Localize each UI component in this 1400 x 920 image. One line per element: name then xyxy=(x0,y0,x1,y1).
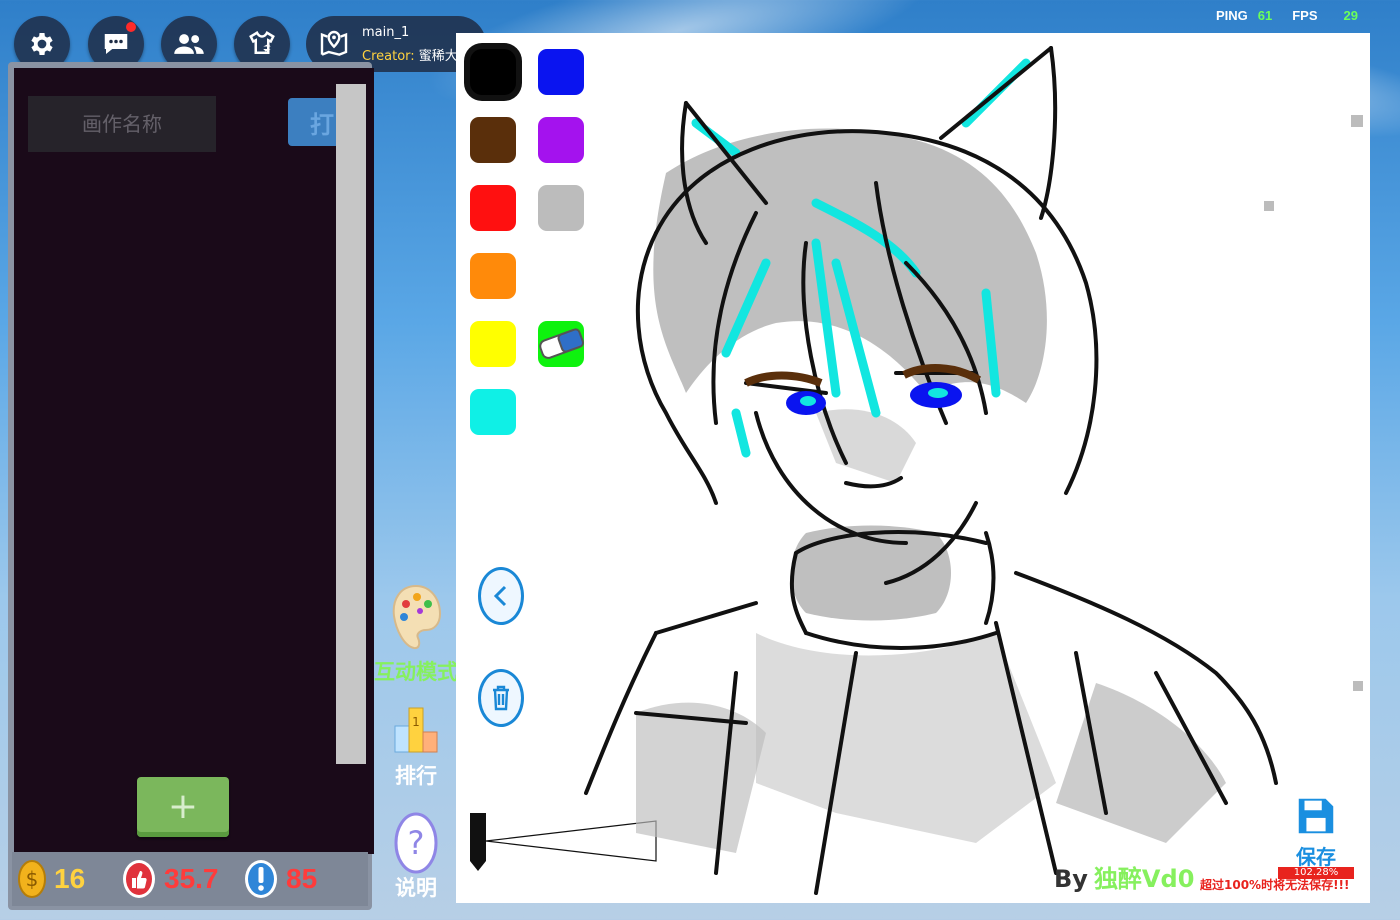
add-artwork-button[interactable]: + xyxy=(137,777,229,837)
save-warning: 超过100%时将无法保存!!! xyxy=(1200,878,1350,892)
people-icon xyxy=(174,34,204,54)
byline-by: By xyxy=(1054,865,1088,893)
chat-bubble-icon xyxy=(104,34,128,54)
help-button[interactable]: ? 说明 xyxy=(374,812,458,902)
report-count: 85 xyxy=(286,863,318,894)
ranking-label: 排行 xyxy=(395,764,437,788)
notification-dot xyxy=(126,22,136,32)
network-status: PING 61 FPS 29 xyxy=(1206,8,1358,23)
interactive-mode-label: 互动模式 xyxy=(374,660,458,684)
gear-icon xyxy=(31,33,53,55)
exclamation-icon xyxy=(245,860,277,898)
like-stat: 35.7 xyxy=(122,852,219,906)
artwork-list[interactable] xyxy=(14,68,374,854)
drawing-canvas[interactable]: By 独醉Vd0 保存 102.28% 超过100%时将无法保存!!! xyxy=(456,33,1370,903)
podium-icon: 1 xyxy=(394,707,438,753)
report-stat: 85 xyxy=(244,852,317,906)
artwork-drawing xyxy=(470,46,1363,895)
byline-author: 独醉Vd0 xyxy=(1093,865,1195,893)
thumbs-up-icon xyxy=(123,860,155,898)
save-icon xyxy=(1298,798,1334,834)
map-pin-icon xyxy=(320,30,348,56)
help-label: 说明 xyxy=(395,876,437,900)
fps-value: 29 xyxy=(1343,8,1358,23)
svg-text:?: ? xyxy=(408,824,425,862)
ranking-button[interactable]: 1 排行 xyxy=(374,702,458,790)
svg-text:1: 1 xyxy=(412,715,420,729)
list-scrollbar[interactable] xyxy=(336,84,366,764)
coin-stat: $ 16 xyxy=(18,852,85,906)
svg-text:$: $ xyxy=(26,867,39,891)
room-creator: Creator: 蜜稀大仙 xyxy=(362,45,471,64)
question-icon: ? xyxy=(394,812,438,874)
like-count: 35.7 xyxy=(164,863,219,894)
open-button-label: 打 xyxy=(310,110,334,139)
player-stats: $ 16 35.7 85 xyxy=(12,852,368,906)
save-label: 保存 xyxy=(1296,845,1336,869)
fps-label: FPS xyxy=(1292,8,1318,23)
artist-byline: By 独醉Vd0 xyxy=(1054,859,1194,894)
ping-label: PING xyxy=(1215,8,1248,23)
ping-value: 61 xyxy=(1257,8,1273,23)
interactive-mode-button[interactable]: 互动模式 xyxy=(374,584,458,686)
palette-icon xyxy=(392,584,442,650)
add-button-label: + xyxy=(167,786,199,827)
save-button[interactable]: 保存 xyxy=(1288,793,1344,870)
coin-icon: $ xyxy=(18,860,46,898)
coin-count: 16 xyxy=(54,863,86,894)
shirt-swap-icon xyxy=(249,30,275,54)
room-name: main_1 xyxy=(362,25,410,40)
artwork-name-input[interactable] xyxy=(28,96,216,152)
